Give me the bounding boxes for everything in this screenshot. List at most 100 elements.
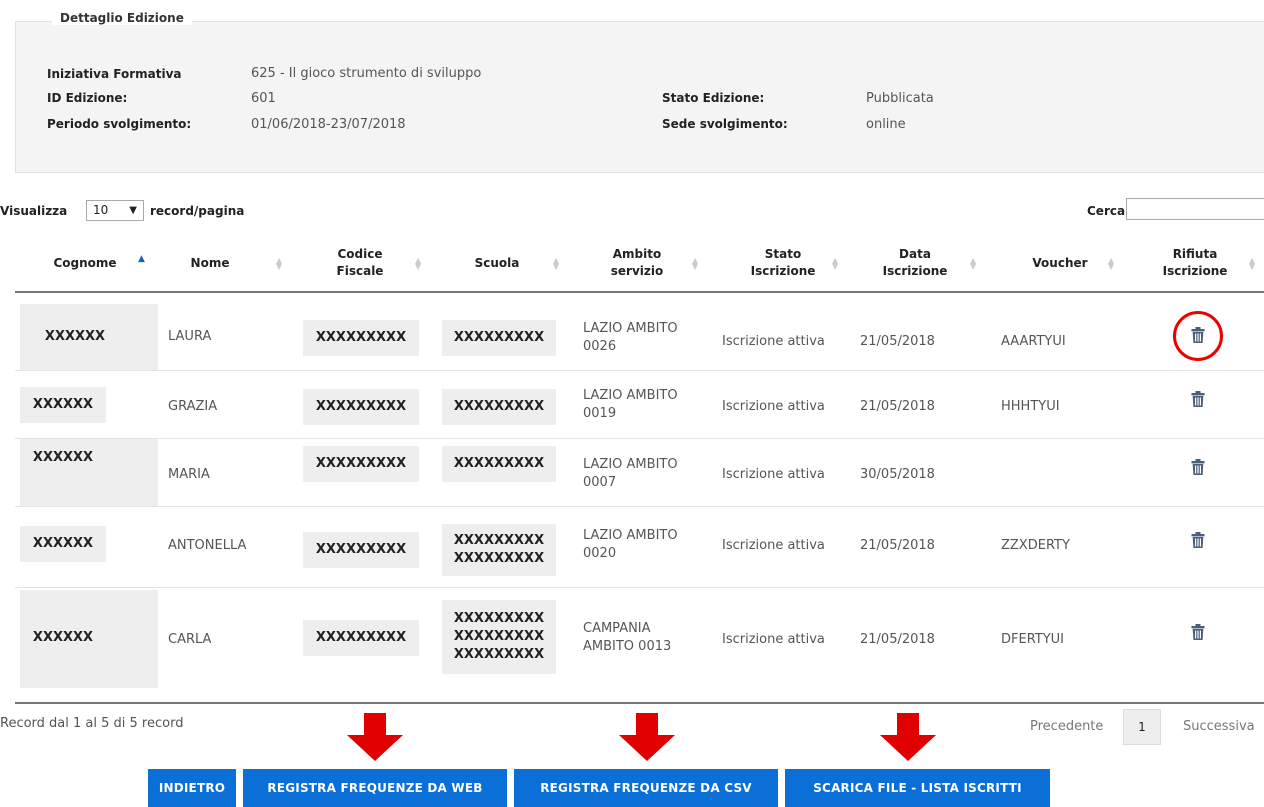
dropdown-arrow-icon: ▼ [129,205,137,216]
tax-code-cell: XXXXXXXXX [315,456,407,471]
search-label: Cerca: [1087,204,1130,218]
column-header-label: servizio [610,264,664,278]
column-header-label: Nome [190,255,230,270]
surname-cell: XXXXXX [44,329,106,344]
area-cell: LAZIO AMBITO 0020 [583,527,678,563]
area-line: LAZIO AMBITO [583,528,678,543]
date-cell: 21/05/2018 [860,538,935,553]
record-info: Record dal 1 al 5 di 5 record [0,716,184,731]
area-line: LAZIO AMBITO [583,457,678,472]
area-line: 0019 [583,406,617,421]
column-header-scuola[interactable]: Scuola [462,236,532,290]
surname-cell: XXXXXX [32,630,94,645]
school-cell: XXXXXXXXX [442,320,556,356]
status-cell: Iscrizione attiva [722,467,825,482]
sort-icon[interactable]: ▲ ▼ [832,257,838,271]
voucher-cell: AAARTYUI [1001,334,1066,349]
register-web-button[interactable]: REGISTRA FREQUENZE DA WEB [243,769,507,807]
column-header-label: Voucher [1032,255,1088,270]
area-line: 0026 [583,339,617,354]
column-header-label: Cognome [53,255,117,270]
area-cell: CAMPANIA AMBITO 0013 [583,620,671,656]
pagination-page-1[interactable]: 1 [1123,709,1161,745]
initiative-value: 625 - Il gioco strumento di sviluppo [251,66,482,81]
column-header-label: Iscrizione [882,264,948,278]
sort-asc-icon[interactable]: ▲ [138,255,145,264]
edition-status-label: Stato Edizione: [662,91,765,105]
column-header-label: Stato [764,247,802,261]
status-cell: Iscrizione attiva [722,399,825,414]
voucher-cell: DFERTYUI [1001,632,1065,647]
voucher-cell: ZZXDERTY [1001,538,1070,553]
status-cell: Iscrizione attiva [722,334,825,349]
sort-icon[interactable]: ▲ ▼ [415,257,421,271]
column-header-stato[interactable]: Stato Iscrizione [738,236,828,290]
area-line: AMBITO 0013 [583,639,672,654]
row-divider [15,370,1264,371]
download-list-button[interactable]: SCARICA FILE - LISTA ISCRITTI [785,769,1050,807]
date-cell: 21/05/2018 [860,399,935,414]
table-footer-divider [15,702,1264,704]
search-input[interactable] [1126,198,1264,220]
name-cell: GRAZIA [168,399,218,414]
row-divider [15,506,1264,507]
sort-icon[interactable]: ▲ ▼ [1249,257,1255,271]
surname-cell: XXXXXX [32,450,94,465]
pagination-next[interactable]: Successiva [1183,719,1255,734]
column-header-nome[interactable]: Nome [170,236,250,290]
column-header-data[interactable]: Data Iscrizione [870,236,960,290]
sort-icon[interactable]: ▲ ▼ [1108,257,1114,271]
column-header-label: Iscrizione [1162,264,1228,278]
edition-status-value: Pubblicata [866,91,934,106]
surname-cell: XXXXXX [32,397,94,412]
sort-icon[interactable]: ▲ ▼ [692,257,698,271]
column-header-codice-fiscale[interactable]: Codice Fiscale [320,236,400,290]
trash-icon[interactable] [1191,391,1205,407]
edition-id-label: ID Edizione: [47,91,128,105]
school-line: XXXXXXXXX [453,647,545,662]
status-cell: Iscrizione attiva [722,632,825,647]
red-arrow-icon [880,713,936,761]
page-size-select[interactable]: 10 ▼ [86,200,144,221]
pagination-previous[interactable]: Precedente [1030,719,1103,734]
period-value: 01/06/2018-23/07/2018 [251,117,406,132]
sort-icon[interactable]: ▲ ▼ [553,257,559,271]
back-button[interactable]: INDIETRO [148,769,236,807]
page-size-value: 10 [93,203,109,217]
area-line: CAMPANIA [583,621,651,636]
trash-icon[interactable] [1191,624,1205,640]
name-cell: CARLA [168,632,212,647]
column-header-label: Rifiuta [1172,247,1218,261]
period-label: Periodo svolgimento: [47,117,192,131]
school-line: XXXXXXXXX [453,330,545,345]
date-cell: 21/05/2018 [860,334,935,349]
name-cell: ANTONELLA [168,538,247,553]
column-header-voucher[interactable]: Voucher [1020,236,1100,290]
school-cell: XXXXXXXXX [442,446,556,482]
edition-detail-legend: Dettaglio Edizione [52,11,192,25]
edition-detail-panel [15,21,1264,173]
column-header-cognome[interactable]: Cognome [40,236,130,290]
trash-icon[interactable] [1191,532,1205,548]
area-line: LAZIO AMBITO [583,388,678,403]
sort-icon[interactable]: ▲ ▼ [276,257,282,271]
tax-code-cell: XXXXXXXXX [315,630,407,645]
school-line: XXXXXXXXX [453,399,545,414]
date-cell: 21/05/2018 [860,632,935,647]
column-header-label: Fiscale [336,264,384,278]
name-cell: MARIA [168,467,210,482]
school-line: XXXXXXXXX [453,533,545,548]
column-header-rifiuta[interactable]: Rifiuta Iscrizione [1155,236,1235,290]
status-cell: Iscrizione attiva [722,538,825,553]
column-header-ambito[interactable]: Ambito servizio [597,236,677,290]
venue-value: online [866,117,906,132]
register-csv-button[interactable]: REGISTRA FREQUENZE DA CSV [514,769,778,807]
row-divider [15,438,1264,439]
trash-icon[interactable] [1191,459,1205,475]
surname-cell: XXXXXX [32,536,94,551]
school-line: XXXXXXXXX [453,611,545,626]
initiative-label: Iniziativa Formativa [47,67,182,81]
school-cell: XXXXXXXXX [442,389,556,425]
school-line: XXXXXXXXX [453,629,545,644]
sort-icon[interactable]: ▲ ▼ [970,257,976,271]
